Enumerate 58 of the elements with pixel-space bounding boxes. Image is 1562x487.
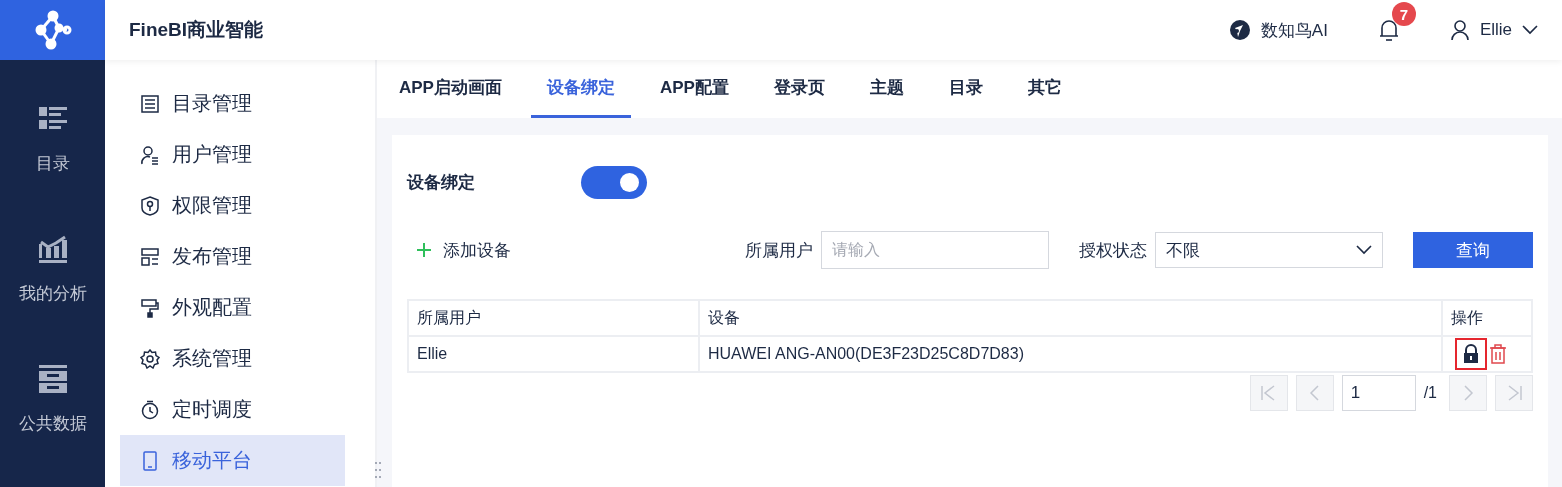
padlock-icon [1462, 344, 1480, 364]
sidebar-item[interactable]: 目录管理 [120, 78, 345, 129]
column-header: 所属用户 [408, 300, 699, 336]
filter-label: 授权状态 [1079, 239, 1147, 262]
chevron-down-icon [1356, 245, 1372, 255]
user-icon [140, 144, 160, 165]
tab[interactable]: 目录 [932, 60, 999, 118]
notification-bell-icon[interactable] [1377, 18, 1400, 42]
chart-icon [37, 233, 68, 264]
tab[interactable]: 设备绑定 [530, 60, 631, 118]
delete-icon[interactable] [1489, 344, 1507, 364]
rail-item[interactable]: 目录 [0, 74, 105, 204]
sidebar-item[interactable]: 用户管理 [120, 129, 345, 180]
chevron-down-icon [1522, 25, 1538, 35]
tab[interactable]: 登录页 [757, 60, 841, 118]
filter-label: 所属用户 [745, 239, 813, 262]
shield-icon [140, 195, 160, 216]
table-cell: Ellie [408, 336, 699, 372]
ai-assistant-link[interactable]: 数知鸟AI [1228, 18, 1328, 42]
sidebar-item[interactable]: 外观配置 [120, 282, 345, 333]
tab[interactable]: 其它 [1011, 60, 1078, 118]
logo-icon[interactable] [0, 0, 105, 60]
user-menu[interactable]: Ellie [1449, 19, 1538, 41]
status-dropdown[interactable]: 不限 [1155, 232, 1383, 268]
toggle-switch[interactable] [581, 165, 647, 199]
tab[interactable]: APP启动画面 [383, 60, 518, 118]
tab[interactable]: 主题 [853, 60, 920, 118]
query-button[interactable]: 查询 [1413, 232, 1533, 268]
setting-label: 设备绑定 [407, 171, 476, 194]
sidebar-item[interactable]: 移动平台 [120, 435, 345, 486]
user-icon [1449, 19, 1470, 41]
page-input-field[interactable]: 1 [1341, 375, 1416, 411]
list-icon [140, 93, 160, 114]
sidebar-item[interactable]: 系统管理 [120, 333, 345, 384]
drag-handle-icon[interactable] [375, 461, 381, 479]
paint-roller-icon [140, 297, 160, 318]
notification-count: 7 [1391, 2, 1416, 26]
table-cell: HUAWEI ANG-AN00(DE3F23D25C8D7D83) [699, 336, 1442, 372]
column-header: 设备 [699, 300, 1442, 336]
stopwatch-icon [140, 399, 160, 420]
add-device-button[interactable]: 添加设备 [407, 238, 511, 262]
sidebar-item[interactable]: 权限管理 [120, 180, 345, 231]
sidebar-item[interactable]: 发布管理 [120, 231, 345, 282]
user-input-field[interactable]: 请输入 [821, 231, 1049, 269]
storage-icon [37, 363, 68, 394]
plus-icon [417, 243, 431, 257]
settings-icon [140, 348, 160, 369]
tab[interactable]: APP配置 [643, 60, 745, 118]
bird-logo-icon [1228, 19, 1251, 41]
sidebar-item[interactable]: 定时调度 [120, 384, 345, 435]
lock-button[interactable] [1455, 338, 1487, 370]
product-title: FineBI商业智能 [129, 18, 264, 42]
rail-item[interactable]: 我的分析 [0, 204, 105, 334]
rail-item[interactable]: 公共数据 [0, 334, 105, 464]
layout-icon [140, 246, 160, 267]
column-header: 操作 [1442, 300, 1532, 336]
phone-icon [140, 450, 160, 471]
page-total: /1 [1423, 384, 1437, 402]
